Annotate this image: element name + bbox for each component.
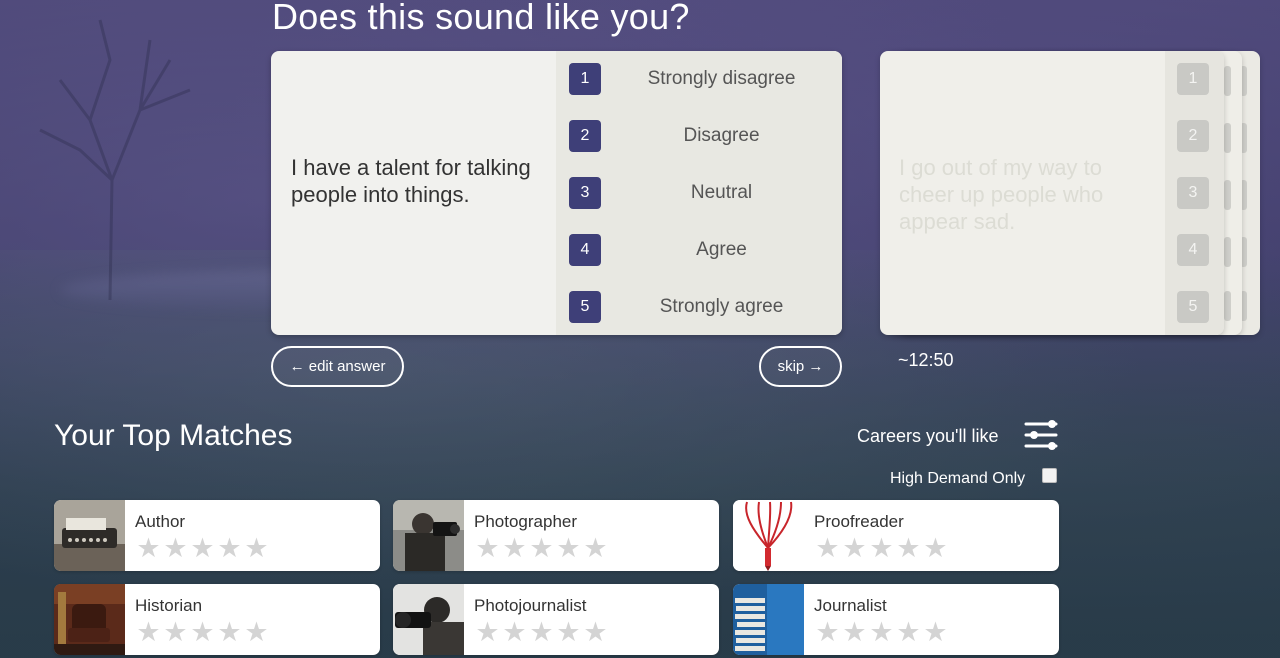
answer-options: 1 Strongly disagree 2 Disagree 3 Neutral…	[556, 51, 842, 335]
next-option-number: 4	[1177, 234, 1209, 266]
careers-filter-label[interactable]: Careers you'll like	[857, 426, 999, 447]
rating-stars: ★ ★ ★ ★ ★	[814, 535, 949, 562]
option-disagree[interactable]: 2 Disagree	[556, 108, 842, 164]
star-icon: ★	[475, 533, 500, 563]
match-card-author[interactable]: Author ★ ★ ★ ★ ★	[54, 500, 380, 571]
next-question-card: I go out of my way to cheer up people wh…	[880, 51, 1224, 335]
rating-stars: ★ ★ ★ ★ ★	[474, 619, 609, 646]
journalist-thumbnail	[733, 584, 804, 655]
next-option-number: 2	[1177, 120, 1209, 152]
star-icon: ★	[136, 533, 161, 563]
next-answer-options: 1 2 3 4 5	[1165, 51, 1224, 335]
star-icon: ★	[869, 617, 894, 647]
match-card-photographer[interactable]: Photographer ★ ★ ★ ★ ★	[393, 500, 719, 571]
star-icon: ★	[190, 533, 215, 563]
star-icon: ★	[869, 533, 894, 563]
stack-edge	[1224, 123, 1231, 153]
next-option-number: 3	[1177, 177, 1209, 209]
star-icon: ★	[896, 533, 921, 563]
option-number: 5	[569, 291, 601, 323]
sliders-icon[interactable]	[1024, 418, 1060, 452]
rating-stars: ★ ★ ★ ★ ★	[135, 535, 270, 562]
star-icon: ★	[217, 533, 242, 563]
star-icon: ★	[502, 533, 527, 563]
typewriter-thumbnail	[54, 500, 125, 571]
question-card: I have a talent for talking people into …	[271, 51, 842, 335]
next-question-text: I go out of my way to cheer up people wh…	[899, 155, 1104, 234]
option-label: Agree	[696, 239, 747, 260]
star-icon: ★	[896, 617, 921, 647]
star-icon: ★	[842, 617, 867, 647]
star-icon: ★	[815, 533, 840, 563]
question-text: I have a talent for talking people into …	[291, 155, 531, 207]
star-icon: ★	[583, 617, 608, 647]
photojournalist-thumbnail	[393, 584, 464, 655]
option-label: Strongly agree	[659, 296, 784, 317]
match-card-photojournalist[interactable]: Photojournalist ★ ★ ★ ★ ★	[393, 584, 719, 655]
skip-button[interactable]: skip →	[759, 346, 842, 387]
match-title: Historian	[135, 596, 203, 615]
option-strongly-agree[interactable]: 5 Strongly agree	[556, 279, 842, 335]
star-icon: ★	[475, 617, 500, 647]
star-icon: ★	[583, 533, 608, 563]
match-card-historian[interactable]: Historian ★ ★ ★ ★ ★	[54, 584, 380, 655]
match-title: Journalist	[814, 596, 887, 615]
star-icon: ★	[529, 617, 554, 647]
star-icon: ★	[136, 617, 161, 647]
star-icon: ★	[556, 533, 581, 563]
background-tree	[39, 19, 191, 300]
star-icon: ★	[815, 617, 840, 647]
option-label: Neutral	[690, 182, 753, 203]
match-title: Proofreader	[814, 512, 904, 531]
star-icon: ★	[923, 617, 948, 647]
option-label: Strongly disagree	[647, 68, 796, 89]
star-icon: ★	[163, 617, 188, 647]
stack-edge	[1224, 66, 1231, 96]
option-strongly-disagree[interactable]: 1 Strongly disagree	[556, 51, 842, 107]
star-icon: ★	[244, 533, 269, 563]
option-agree[interactable]: 4 Agree	[556, 222, 842, 278]
high-demand-checkbox[interactable]	[1042, 468, 1057, 483]
stack-edge	[1224, 291, 1231, 321]
photographer-thumbnail	[393, 500, 464, 571]
option-label: Disagree	[683, 125, 760, 146]
historian-thumbnail	[54, 584, 125, 655]
star-icon: ★	[502, 617, 527, 647]
star-icon: ★	[923, 533, 948, 563]
page-title: Does this sound like you?	[272, 0, 690, 37]
match-title: Photojournalist	[474, 596, 587, 615]
star-icon: ★	[217, 617, 242, 647]
star-icon: ★	[244, 617, 269, 647]
star-icon: ★	[529, 533, 554, 563]
stack-edge	[1224, 237, 1231, 267]
next-option-number: 1	[1177, 63, 1209, 95]
option-number: 1	[569, 63, 601, 95]
high-demand-label: High Demand Only	[890, 470, 1026, 487]
match-title: Author	[135, 512, 186, 531]
rating-stars: ★ ★ ★ ★ ★	[135, 619, 270, 646]
stack-edge	[1224, 180, 1231, 210]
matches-title: Your Top Matches	[54, 419, 293, 452]
option-neutral[interactable]: 3 Neutral	[556, 165, 842, 221]
option-number: 3	[569, 177, 601, 209]
match-card-journalist[interactable]: Journalist ★ ★ ★ ★ ★	[733, 584, 1059, 655]
star-icon: ★	[190, 617, 215, 647]
star-icon: ★	[556, 617, 581, 647]
star-icon: ★	[163, 533, 188, 563]
next-option-number: 5	[1177, 291, 1209, 323]
option-number: 2	[569, 120, 601, 152]
red-pen-thumbnail	[733, 500, 804, 571]
match-title: Photographer	[474, 512, 578, 531]
time-remaining: ~12:50	[898, 350, 954, 370]
rating-stars: ★ ★ ★ ★ ★	[474, 535, 609, 562]
match-card-proofreader[interactable]: Proofreader ★ ★ ★ ★ ★	[733, 500, 1059, 571]
star-icon: ★	[842, 533, 867, 563]
rating-stars: ★ ★ ★ ★ ★	[814, 619, 949, 646]
edit-answer-button[interactable]: ← edit answer	[271, 346, 404, 387]
option-number: 4	[569, 234, 601, 266]
